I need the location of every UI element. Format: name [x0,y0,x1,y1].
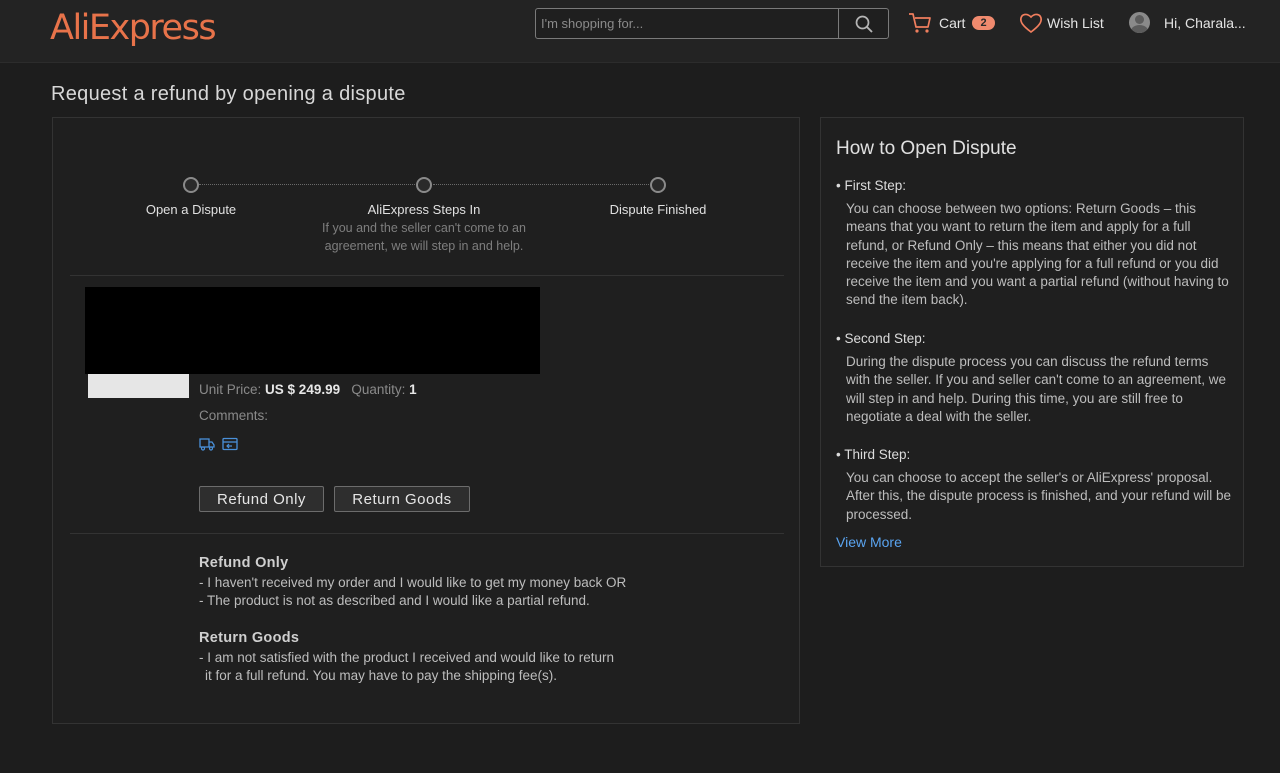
divider [70,275,784,276]
product-thumbnail [88,374,189,398]
second-step-heading: • Second Step: [836,331,926,346]
refund-only-line: - I haven't received my order and I woul… [199,574,627,590]
view-more-link[interactable]: View More [836,534,902,550]
cart-link[interactable]: Cart 2 [908,12,995,34]
search-button[interactable] [838,9,888,38]
cart-icon [909,13,931,33]
step-label-open-dispute: Open a Dispute [145,202,237,217]
search-input[interactable] [536,9,838,38]
step-label-aliexpress-steps-in: AliExpress Steps In [367,202,481,217]
top-header: AliExpress™ Cart 2 Wish List Hi, Charala… [0,0,1280,63]
search-bar [535,8,889,39]
progress-line [433,184,649,185]
refund-only-line: - The product is not as described and I … [199,593,590,608]
return-goods-line: - I am not satisfied with the product I … [199,649,614,665]
heart-icon [1019,13,1043,34]
unit-price-value: US $ 249.99 [265,382,341,397]
first-step-heading: • First Step: [836,178,906,193]
comments-label: Comments: [199,408,269,423]
cart-count-badge: 2 [972,16,995,30]
price-quantity-line: Unit Price: US $ 249.99 Quantity: 1 [199,382,417,397]
third-step-heading: • Third Step: [836,447,911,462]
second-step-description: During the dispute process you can discu… [846,354,1227,424]
return-goods-button[interactable]: Return Goods [334,486,470,512]
user-greeting: Hi, Charala... [1164,14,1246,31]
step-indicator-open-dispute [183,177,199,193]
quantity-value: 1 [409,382,417,397]
search-icon [855,15,873,33]
wishlist-link[interactable]: Wish List [1019,12,1104,34]
quantity-label: Quantity: [351,382,406,397]
unit-price-label: Unit Price: [199,382,262,397]
side-panel-title: How to Open Dispute [836,138,1017,159]
refund-only-heading: Refund Only [199,555,289,571]
progress-line [199,184,415,185]
item-icons [199,437,238,451]
cart-label: Cart [939,15,966,31]
third-step-description: You can choose to accept the seller's or… [846,470,1231,522]
step-label-dispute-finished: Dispute Finished [609,202,707,217]
logo-trademark: ™ [215,0,225,8]
step-indicator-dispute-finished [650,177,666,193]
return-goods-info: Return Goods - I am not satisfied with t… [199,629,614,686]
return-goods-heading: Return Goods [199,630,300,646]
redacted-product-title [85,287,540,374]
refund-card-icon[interactable] [222,437,238,451]
logo-text: AliExpress [50,8,217,48]
user-account-menu[interactable]: Hi, Charala... [1129,12,1246,33]
return-goods-line: it for a full refund. You may have to pa… [205,668,557,683]
shipping-truck-icon[interactable] [199,437,215,451]
refund-only-info: Refund Only - I haven't received my orde… [199,554,626,611]
divider [70,533,784,534]
wishlist-label: Wish List [1047,15,1104,31]
first-step-description: You can choose between two options: Retu… [846,201,1229,308]
step-indicator-aliexpress-steps-in [416,177,432,193]
step-description: If you and the seller can't come to an a… [322,221,526,253]
refund-only-button[interactable]: Refund Only [199,486,324,512]
page-title: Request a refund by opening a dispute [51,83,406,105]
avatar [1129,12,1150,33]
aliexpress-logo[interactable]: AliExpress™ [50,0,224,48]
